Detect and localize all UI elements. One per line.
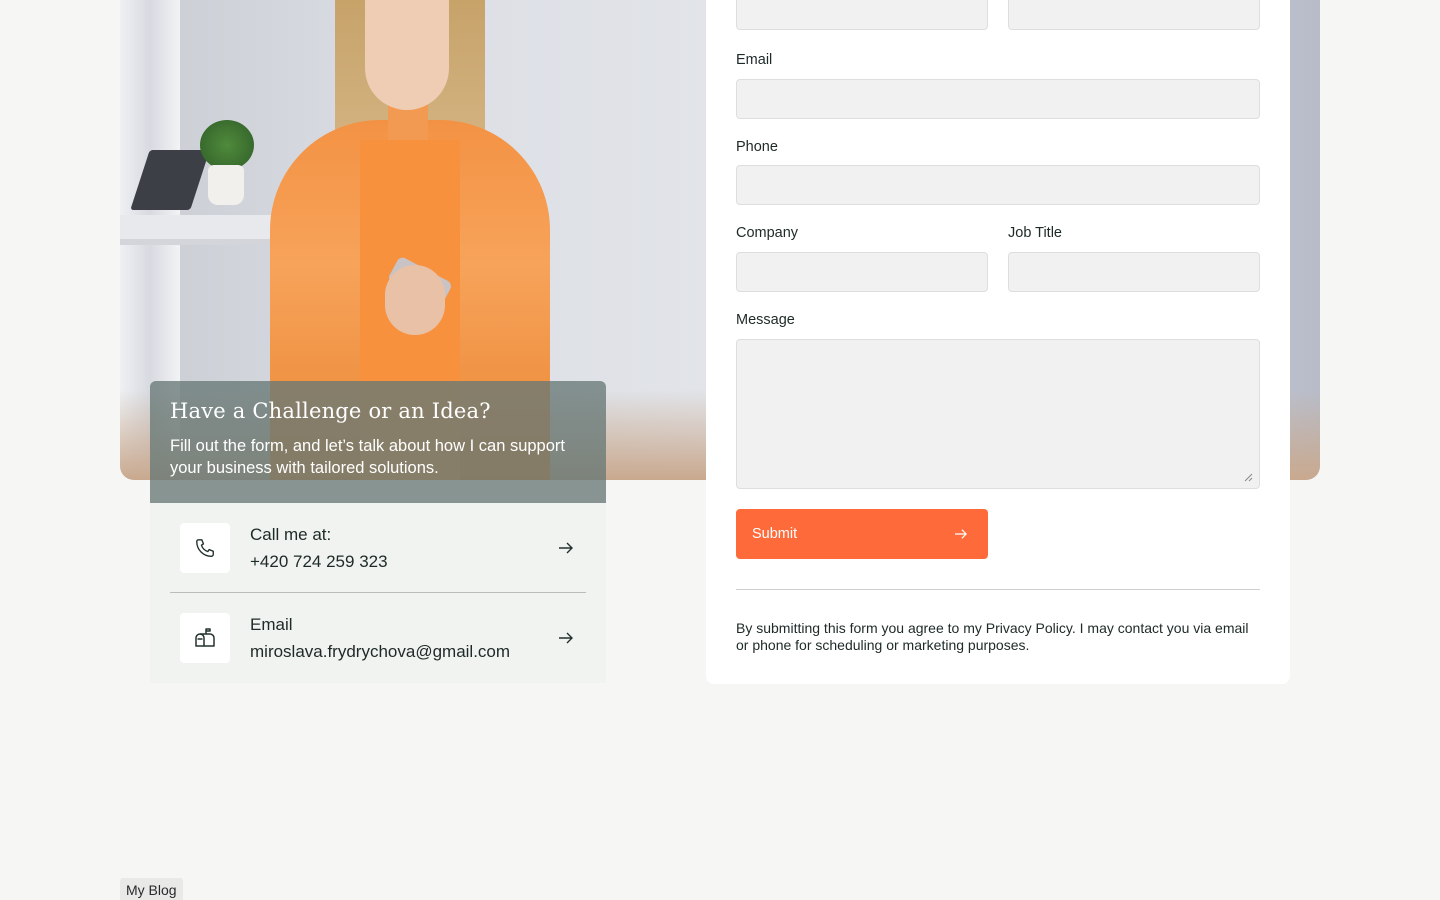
contact-email-row[interactable]: Email miroslava.frydrychova@gmail.com bbox=[170, 593, 586, 683]
plant-pot bbox=[208, 165, 244, 205]
contact-phone-label: Call me at: bbox=[250, 524, 332, 544]
last-name-field[interactable] bbox=[1008, 0, 1260, 30]
contact-email-value[interactable]: miroslava.frydrychova@gmail.com bbox=[250, 638, 556, 665]
challenge-card: Have a Challenge or an Idea? Fill out th… bbox=[150, 381, 606, 503]
email-field[interactable] bbox=[736, 79, 1260, 119]
company-field[interactable] bbox=[736, 252, 988, 292]
contact-phone-row[interactable]: Call me at: +420 724 259 323 bbox=[170, 503, 586, 593]
phone-icon bbox=[180, 522, 230, 573]
contact-phone-value[interactable]: +420 724 259 323 bbox=[250, 548, 556, 575]
person-face bbox=[365, 0, 449, 110]
contact-email-label: Email bbox=[250, 615, 293, 634]
company-label: Company bbox=[736, 225, 799, 241]
arrow-right-icon[interactable] bbox=[556, 538, 576, 558]
phone-label: Phone bbox=[736, 139, 778, 155]
contact-list: Call me at: +420 724 259 323 Email miros… bbox=[150, 503, 606, 683]
arrow-right-icon[interactable] bbox=[556, 628, 576, 648]
contact-form: Email Phone Company Job Title Message Su… bbox=[706, 0, 1290, 684]
privacy-notice: By submitting this form you agree to my … bbox=[736, 620, 1249, 653]
phone-field[interactable] bbox=[736, 165, 1260, 205]
divider bbox=[736, 589, 1260, 590]
message-label: Message bbox=[736, 312, 795, 328]
job-title-label: Job Title bbox=[1008, 225, 1062, 241]
arrow-right-icon bbox=[955, 529, 967, 539]
submit-label: Submit bbox=[752, 526, 798, 542]
message-field[interactable] bbox=[736, 339, 1260, 489]
person-hand bbox=[385, 265, 445, 335]
email-label: Email bbox=[736, 52, 773, 68]
first-name-field[interactable] bbox=[736, 0, 988, 30]
mailbox-icon bbox=[180, 613, 230, 663]
job-title-field[interactable] bbox=[1008, 252, 1260, 292]
contact-email-text: Email miroslava.frydrychova@gmail.com bbox=[250, 611, 556, 665]
submit-button[interactable]: Submit bbox=[736, 509, 988, 559]
resize-handle-icon[interactable] bbox=[1243, 472, 1253, 482]
my-blog-link[interactable]: My Blog bbox=[120, 878, 183, 900]
contact-phone-text: Call me at: +420 724 259 323 bbox=[250, 521, 556, 575]
challenge-title: Have a Challenge or an Idea? bbox=[170, 399, 491, 423]
challenge-text: Fill out the form, and let’s talk about … bbox=[170, 437, 565, 477]
